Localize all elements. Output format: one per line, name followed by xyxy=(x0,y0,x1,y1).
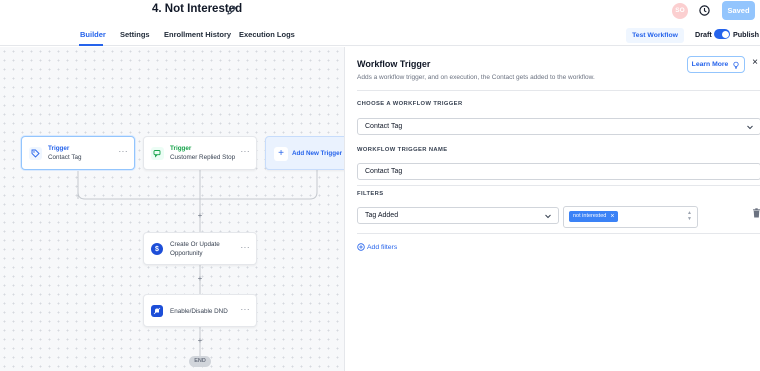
trigger-name-label: WORKFLOW TRIGGER NAME xyxy=(357,147,448,153)
add-filters-label: Add filters xyxy=(367,243,398,251)
tag-chip: not interested × xyxy=(569,211,619,222)
trigger-name-label: Customer Replied Stop xyxy=(170,154,236,161)
filter-field-value: Tag Added xyxy=(365,212,399,219)
tab-enrollment-history[interactable]: Enrollment History xyxy=(164,30,231,39)
action-name-line1: Enable/Disable DND xyxy=(170,308,228,315)
chip-remove-icon[interactable]: × xyxy=(610,211,614,222)
divider xyxy=(357,90,760,91)
trigger-type-value: Contact Tag xyxy=(365,123,403,130)
trigger-name-input[interactable]: Contact Tag xyxy=(357,163,760,180)
bell-off-icon xyxy=(151,305,163,317)
choose-trigger-label: CHOOSE A WORKFLOW TRIGGER xyxy=(357,101,463,107)
trigger-type-select[interactable]: Contact Tag xyxy=(357,118,760,135)
learn-more-label: Learn More xyxy=(691,61,729,68)
pencil-icon[interactable] xyxy=(226,4,238,16)
action-node-enable-disable-dnd[interactable]: Enable/Disable DND ··· xyxy=(143,294,257,327)
filter-tags-select[interactable]: not interested × ▲ ▼ xyxy=(563,206,698,228)
divider xyxy=(357,233,760,234)
dollar-icon: $ xyxy=(151,243,163,255)
trigger-settings-panel: Workflow Trigger Adds a workflow trigger… xyxy=(344,47,760,371)
trigger-node-customer-replied[interactable]: Trigger Customer Replied Stop ··· xyxy=(143,136,257,170)
test-workflow-button[interactable]: Test Workflow xyxy=(626,28,684,43)
trigger-type-label: Trigger xyxy=(170,145,192,152)
tab-execution-logs[interactable]: Execution Logs xyxy=(239,30,295,39)
saved-button[interactable]: Saved xyxy=(722,1,755,20)
filters-label: FILTERS xyxy=(357,191,384,197)
trigger-name-label: Contact Tag xyxy=(48,154,82,161)
plus-icon: + xyxy=(274,147,288,161)
action-node-create-opportunity[interactable]: $ Create Or Update Opportunity ··· xyxy=(143,232,257,265)
chat-icon xyxy=(151,147,164,160)
add-step-plus[interactable]: + xyxy=(195,211,205,220)
chevron-down-icon xyxy=(747,125,753,130)
trigger-type-label: Trigger xyxy=(48,145,70,152)
publish-label: Publish xyxy=(733,30,759,39)
tab-builder[interactable]: Builder xyxy=(80,30,106,39)
add-new-trigger-label: Add New Trigger xyxy=(292,150,343,157)
workflow-canvas[interactable]: Trigger Contact Tag ··· Trigger Customer… xyxy=(0,47,344,371)
node-menu-icon[interactable]: ··· xyxy=(241,147,251,156)
active-tab-indicator xyxy=(79,44,103,46)
tag-chip-label: not interested xyxy=(573,213,607,219)
add-new-trigger-button[interactable]: + Add New Trigger xyxy=(265,136,344,170)
trigger-name-value: Contact Tag xyxy=(365,168,403,175)
add-step-plus[interactable]: + xyxy=(195,274,205,283)
trash-icon[interactable] xyxy=(752,208,760,218)
add-step-plus[interactable]: + xyxy=(195,336,205,345)
publish-toggle[interactable] xyxy=(714,29,730,39)
node-menu-icon[interactable]: ··· xyxy=(119,147,129,156)
divider xyxy=(357,185,760,186)
avatar[interactable]: SO xyxy=(672,3,688,19)
panel-title: Workflow Trigger xyxy=(357,59,431,69)
top-bar: 4. Not Interested SO Saved xyxy=(0,0,760,24)
action-name-line1: Create Or Update xyxy=(170,241,220,248)
filter-field-select[interactable]: Tag Added xyxy=(357,207,559,224)
learn-more-button[interactable]: Learn More xyxy=(687,56,745,73)
add-filters-button[interactable]: Add filters xyxy=(357,243,397,251)
tab-bar: Builder Settings Enrollment History Exec… xyxy=(0,24,760,46)
history-icon[interactable] xyxy=(698,4,711,17)
panel-subtitle: Adds a workflow trigger, and on executio… xyxy=(357,74,595,81)
chevron-down-icon xyxy=(545,214,551,219)
plus-circle-icon xyxy=(357,243,365,251)
up-down-chevron-icon: ▲ ▼ xyxy=(687,210,692,222)
action-name-line2: Opportunity xyxy=(170,250,203,257)
trigger-node-contact-tag[interactable]: Trigger Contact Tag ··· xyxy=(21,136,135,170)
tab-settings[interactable]: Settings xyxy=(120,30,150,39)
close-icon[interactable]: × xyxy=(750,57,760,68)
end-marker: END xyxy=(189,356,211,367)
lightbulb-icon xyxy=(733,61,739,69)
node-menu-icon[interactable]: ··· xyxy=(241,243,251,252)
tag-icon xyxy=(29,147,42,160)
draft-label: Draft xyxy=(695,30,712,39)
node-menu-icon[interactable]: ··· xyxy=(241,305,251,314)
